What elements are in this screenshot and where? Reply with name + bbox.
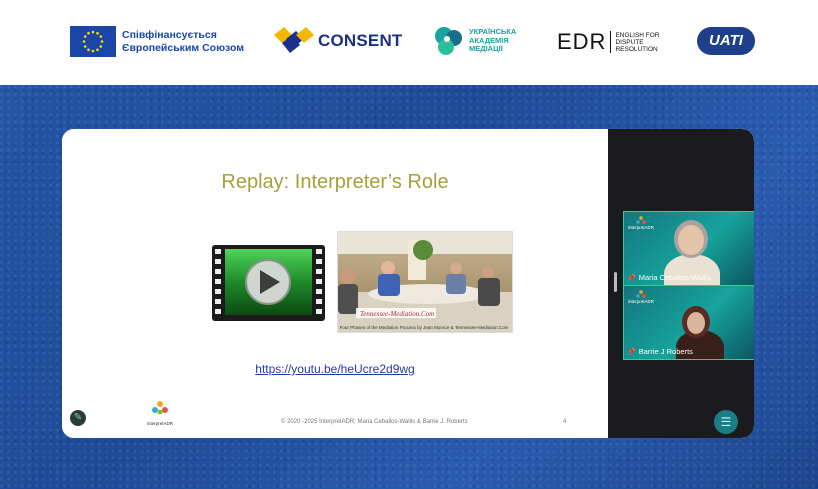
uam-text: УКРАЇНСЬКА АКАДЕМІЯ МЕДІАЦІЇ [469, 28, 516, 54]
ukrainian-mediation-academy-logo: УКРАЇНСЬКА АКАДЕМІЯ МЕДІАЦІЇ [433, 25, 516, 57]
participant-name-text: Barrie J Roberts [638, 347, 693, 356]
edr-big-text: EDR [557, 29, 607, 54]
consent-text: CONSENT [318, 31, 403, 50]
interpretadr-mark-icon [636, 216, 646, 224]
interpretadr-text: interpretADR [147, 421, 174, 426]
eu-cofunded-logo: Співфінансується Європейським Союзом [70, 26, 244, 57]
slide-page-number: 4 [563, 419, 567, 425]
interpretadr-logo: interpretADR [147, 400, 173, 426]
participant-face [678, 225, 704, 255]
edr-small3: RESOLUTION [615, 45, 658, 53]
pin-icon: 📌 [627, 349, 636, 356]
edr-small1: ENGLISH FOR [615, 31, 660, 39]
eu-text: Співфінансується Європейським Союзом [122, 29, 244, 55]
video-play-icon[interactable] [212, 245, 325, 321]
uati-logo: UATI [697, 27, 755, 55]
uam-mark-icon [435, 27, 462, 55]
participant-face [687, 312, 705, 334]
thumb-brand-text: Tennessee-Mediation.Com [360, 310, 434, 318]
pin-icon: 📌 [627, 275, 636, 282]
edr-logo: EDR ENGLISH FOR DISPUTE RESOLUTION [557, 29, 660, 55]
edr-small2: DISPUTE [615, 38, 644, 46]
participant-name-text: Maria Ceballos-Wallis [638, 273, 711, 282]
participant-name: 📌 Maria Ceballos-Wallis [627, 273, 711, 282]
tile-badge-text: interpretADR [628, 299, 655, 304]
mediation-scene-image: Tennessee-Mediation.Com [338, 232, 512, 332]
panel-resize-handle[interactable] [614, 272, 617, 292]
video-thumbnail[interactable]: Tennessee-Mediation.Com [337, 231, 513, 333]
participant-tile[interactable]: interpretADR 📌 Maria Ceballos-Wallis [623, 211, 754, 286]
consent-mark-icon [272, 27, 316, 55]
eu-flag-icon [70, 26, 116, 57]
consent-logo: CONSENT [272, 27, 403, 55]
edr-separator [610, 31, 612, 53]
slide-title: Replay: Interpreter’s Role [221, 171, 449, 193]
shared-slide: Replay: Interpreter’s Role Tennessee-Med… [62, 129, 608, 438]
youtube-link[interactable]: https://youtu.be/heUcre2d9wg [62, 362, 608, 376]
participants-panel: interpretADR 📌 Maria Ceballos-Wallis inte… [608, 129, 754, 438]
edr-small-text: ENGLISH FOR DISPUTE RESOLUTION [615, 32, 659, 53]
tile-badge: interpretADR [628, 216, 654, 230]
interpretadr-mark-icon [636, 290, 646, 298]
participant-tile[interactable]: interpretADR 📌 Barrie J Roberts [623, 285, 754, 360]
tile-badge-text: interpretADR [628, 225, 655, 230]
participant-name: 📌 Barrie J Roberts [627, 347, 693, 356]
slide-footer: © 2020 -2025 InterpretADR; Maria Ceballo… [281, 419, 468, 425]
annotate-pen-button[interactable]: ✎ [70, 410, 86, 426]
tile-badge: interpretADR [628, 290, 654, 304]
thumbnail-caption: Four Phases of the Mediation Process by … [339, 325, 509, 330]
settings-sliders-button[interactable]: ☰ [714, 410, 738, 434]
meeting-window: Replay: Interpreter’s Role Tennessee-Med… [62, 129, 754, 438]
interpretadr-mark-icon [152, 401, 168, 415]
partner-logo-bar: Співфінансується Європейським Союзом CON… [0, 0, 818, 85]
eu-text-line2: Європейським Союзом [122, 41, 245, 54]
uam-line3: МЕДІАЦІЇ [469, 44, 503, 54]
eu-text-line1: Співфінансується [122, 28, 217, 41]
